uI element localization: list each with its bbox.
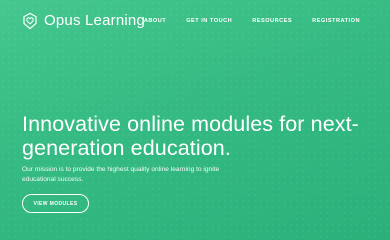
site-header: Opus Learning ABOUT GET IN TOUCH RESOURC… (0, 0, 390, 44)
brand-name: Opus Learning (44, 12, 146, 29)
hero-title: Innovative online modules for next-gener… (22, 112, 359, 160)
main-nav: ABOUT GET IN TOUCH RESOURCES REGISTRATIO… (144, 18, 360, 24)
leaf-heart-icon (23, 12, 37, 30)
nav-item-about[interactable]: ABOUT (144, 18, 166, 24)
brand-logo-link[interactable]: Opus Learning (22, 12, 145, 30)
nav-item-get-in-touch[interactable]: GET IN TOUCH (186, 18, 232, 24)
view-modules-button[interactable]: VIEW MODULES (22, 194, 89, 213)
nav-item-resources[interactable]: RESOURCES (252, 18, 292, 24)
nav-item-registration[interactable]: REGISTRATION (312, 18, 360, 24)
hero-subtitle: Our mission is to provide the highest qu… (22, 166, 220, 183)
